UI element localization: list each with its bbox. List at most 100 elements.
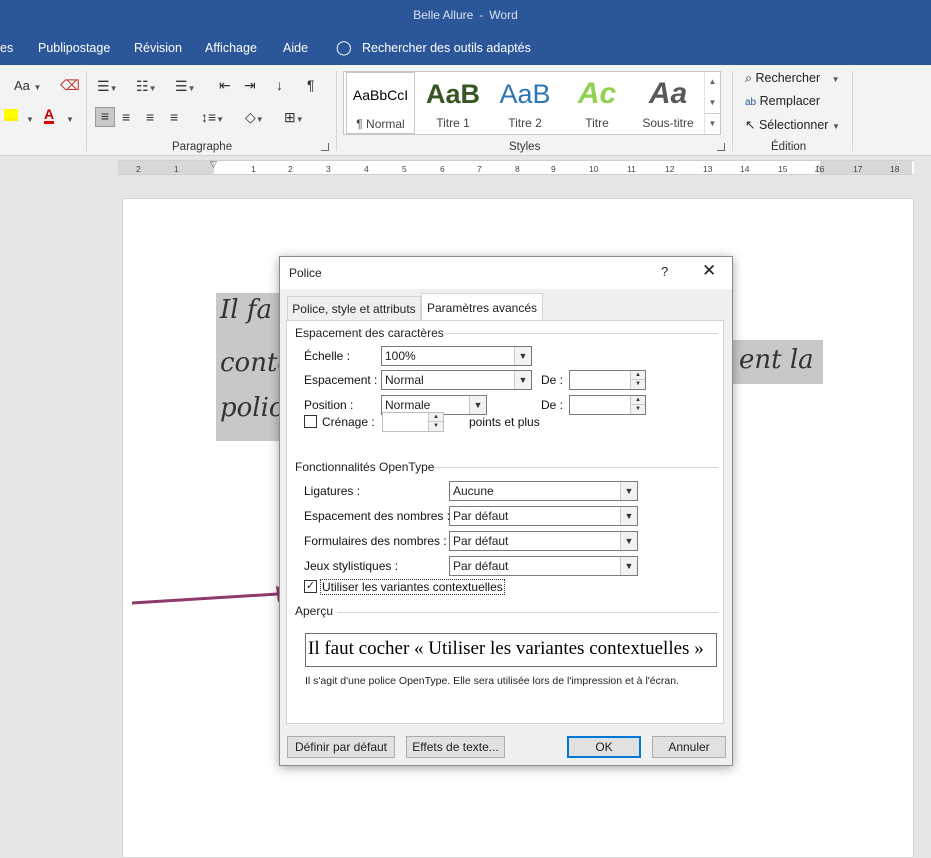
ok-button[interactable]: OK — [567, 736, 641, 758]
style-heading1[interactable]: AaB Titre 1 — [418, 72, 488, 134]
style-heading2-sample: AaB — [499, 80, 551, 108]
kerning-spinner[interactable]: ▲ ▼ — [382, 412, 444, 432]
spinner-buttons[interactable]: ▲ ▼ — [630, 371, 645, 389]
ligatures-combo[interactable]: Aucune ▼ — [449, 481, 638, 501]
style-subtitle[interactable]: Aa Sous-titre — [632, 72, 704, 134]
align-right-icon[interactable]: ≡ — [146, 109, 154, 125]
spinner-buttons[interactable]: ▲ ▼ — [428, 413, 443, 431]
right-indent-icon[interactable]: △ — [815, 163, 822, 174]
first-line-indent-icon[interactable]: ▽ — [210, 159, 217, 170]
paragraph-dialog-launcher[interactable] — [321, 143, 329, 151]
chevron-down-icon[interactable]: ▼ — [514, 371, 531, 389]
decrease-indent-icon[interactable]: ⇤ — [219, 77, 231, 93]
kerning-checkbox[interactable] — [304, 415, 317, 428]
stylistic-sets-combo[interactable]: Par défaut ▼ — [449, 556, 638, 576]
tab-advanced-settings[interactable]: Paramètres avancés — [421, 293, 543, 321]
shading-icon[interactable]: ◇▼ — [245, 109, 264, 128]
line-spacing-icon[interactable]: ↕≡▼ — [201, 109, 224, 128]
spin-down-icon[interactable]: ▼ — [631, 405, 645, 414]
ruler-label: 1 — [251, 164, 256, 174]
tab-help[interactable]: Aide — [283, 41, 308, 55]
align-center-icon[interactable]: ≡ — [122, 109, 130, 125]
change-case-button[interactable]: Aa ▼ — [14, 78, 41, 96]
document-line-3[interactable]: polic — [216, 387, 288, 441]
spin-up-icon[interactable]: ▲ — [631, 396, 645, 405]
horizontal-ruler[interactable]: 2 1 1 2 3 4 5 6 7 8 9 10 11 12 13 14 15 … — [118, 159, 914, 175]
close-icon[interactable]: ✕ — [702, 261, 716, 281]
help-icon[interactable]: ? — [661, 264, 668, 279]
find-button[interactable]: ⌕ Rechercher ▼ — [745, 71, 840, 86]
borders-icon[interactable]: ⊞▼ — [284, 109, 304, 128]
style-heading2[interactable]: AaB Titre 2 — [490, 72, 560, 134]
kerning-label: Crénage : — [322, 415, 375, 429]
highlight-color-icon[interactable] — [4, 109, 18, 121]
replace-icon: ab — [745, 97, 757, 108]
contextual-alternates-label[interactable]: Utiliser les variantes contextuelles — [320, 579, 505, 595]
spacing-by-spinner[interactable]: ▲ ▼ — [569, 370, 646, 390]
bullets-icon[interactable]: ☰▼ — [97, 78, 117, 97]
document-line-1[interactable]: Il fa — [216, 293, 288, 341]
change-case-label: Aa — [14, 78, 30, 93]
sort-icon[interactable]: ↓ — [276, 77, 283, 93]
tab-review[interactable]: Révision — [134, 41, 182, 55]
justify-icon[interactable]: ≡ — [170, 109, 178, 125]
document-line-2[interactable]: contex — [216, 340, 288, 388]
cancel-button[interactable]: Annuler — [652, 736, 726, 758]
align-left-icon[interactable]: ≡ — [95, 107, 115, 127]
increase-indent-icon[interactable]: ⇥ — [244, 77, 256, 93]
gallery-up-icon[interactable]: ▲ — [705, 72, 720, 93]
tab-mailings[interactable]: Publipostage — [38, 41, 110, 55]
spin-up-icon[interactable]: ▲ — [429, 413, 443, 422]
style-title[interactable]: Ac Titre — [562, 72, 632, 134]
highlight-dropdown-icon[interactable]: ▼ — [26, 109, 34, 128]
tab-references[interactable]: es — [0, 41, 13, 55]
number-forms-combo[interactable]: Par défaut ▼ — [449, 531, 638, 551]
tell-me-search[interactable]: Rechercher des outils adaptés — [362, 41, 531, 55]
gallery-scrollbar[interactable]: ▲ ▼ ▼ — [704, 72, 720, 134]
select-button[interactable]: ↖ Sélectionner ▼ — [745, 117, 840, 132]
preview-text: Il faut cocher « Utiliser les variantes … — [308, 638, 704, 659]
chevron-down-icon[interactable]: ▼ — [620, 557, 637, 575]
gallery-down-icon[interactable]: ▼ — [705, 93, 720, 114]
font-color-dropdown-icon[interactable]: ▼ — [66, 109, 74, 128]
style-normal-name: ¶ Normal — [356, 117, 405, 131]
text-effects-button[interactable]: Effets de texte... — [406, 736, 505, 758]
multilevel-list-icon[interactable]: ☰▼ — [175, 78, 195, 97]
number-spacing-combo[interactable]: Par défaut ▼ — [449, 506, 638, 526]
gallery-more-icon[interactable]: ▼ — [705, 113, 720, 134]
chevron-down-icon[interactable]: ▼ — [469, 396, 486, 414]
stylistic-sets-label: Jeux stylistiques : — [304, 559, 399, 573]
spacing-value: Normal — [385, 373, 424, 387]
ruler-label: 12 — [665, 164, 675, 174]
chevron-down-icon[interactable]: ▼ — [620, 482, 637, 500]
styles-group-label: Styles — [509, 141, 541, 153]
set-default-button[interactable]: Définir par défaut — [287, 736, 395, 758]
clear-formatting-icon[interactable]: ⌫ — [60, 77, 80, 93]
tab-view[interactable]: Affichage — [205, 41, 257, 55]
position-by-spinner[interactable]: ▲ ▼ — [569, 395, 646, 415]
spin-down-icon[interactable]: ▼ — [429, 422, 443, 431]
numbering-icon[interactable]: ☷▼ — [136, 78, 156, 97]
spin-up-icon[interactable]: ▲ — [631, 371, 645, 380]
window-title: Belle Allure - Word — [0, 8, 931, 22]
spinner-buttons[interactable]: ▲ ▼ — [630, 396, 645, 414]
stylistic-sets-value: Par défaut — [453, 559, 509, 573]
show-formatting-marks-icon[interactable]: ¶ — [307, 77, 315, 93]
chevron-down-icon[interactable]: ▼ — [514, 347, 531, 365]
scale-combo[interactable]: 100% ▼ — [381, 346, 532, 366]
lightbulb-icon[interactable]: ◯ — [336, 39, 352, 56]
font-color-icon[interactable]: A — [44, 106, 55, 124]
ruler-label: 4 — [364, 164, 369, 174]
replace-button[interactable]: ab Remplacer — [745, 94, 820, 108]
style-normal[interactable]: AaBbCcI ¶ Normal — [346, 72, 415, 134]
position-by-label: De : — [541, 398, 564, 412]
spin-down-icon[interactable]: ▼ — [631, 380, 645, 389]
styles-dialog-launcher[interactable] — [717, 143, 725, 151]
document-line-2-end[interactable]: ent la — [733, 340, 823, 384]
spacing-combo[interactable]: Normal ▼ — [381, 370, 532, 390]
ruler-label: 14 — [740, 164, 750, 174]
chevron-down-icon[interactable]: ▼ — [620, 532, 637, 550]
tab-font-style-attributes[interactable]: Police, style et attributs — [287, 296, 421, 320]
chevron-down-icon[interactable]: ▼ — [620, 507, 637, 525]
contextual-alternates-checkbox[interactable]: ✓ — [304, 580, 317, 593]
